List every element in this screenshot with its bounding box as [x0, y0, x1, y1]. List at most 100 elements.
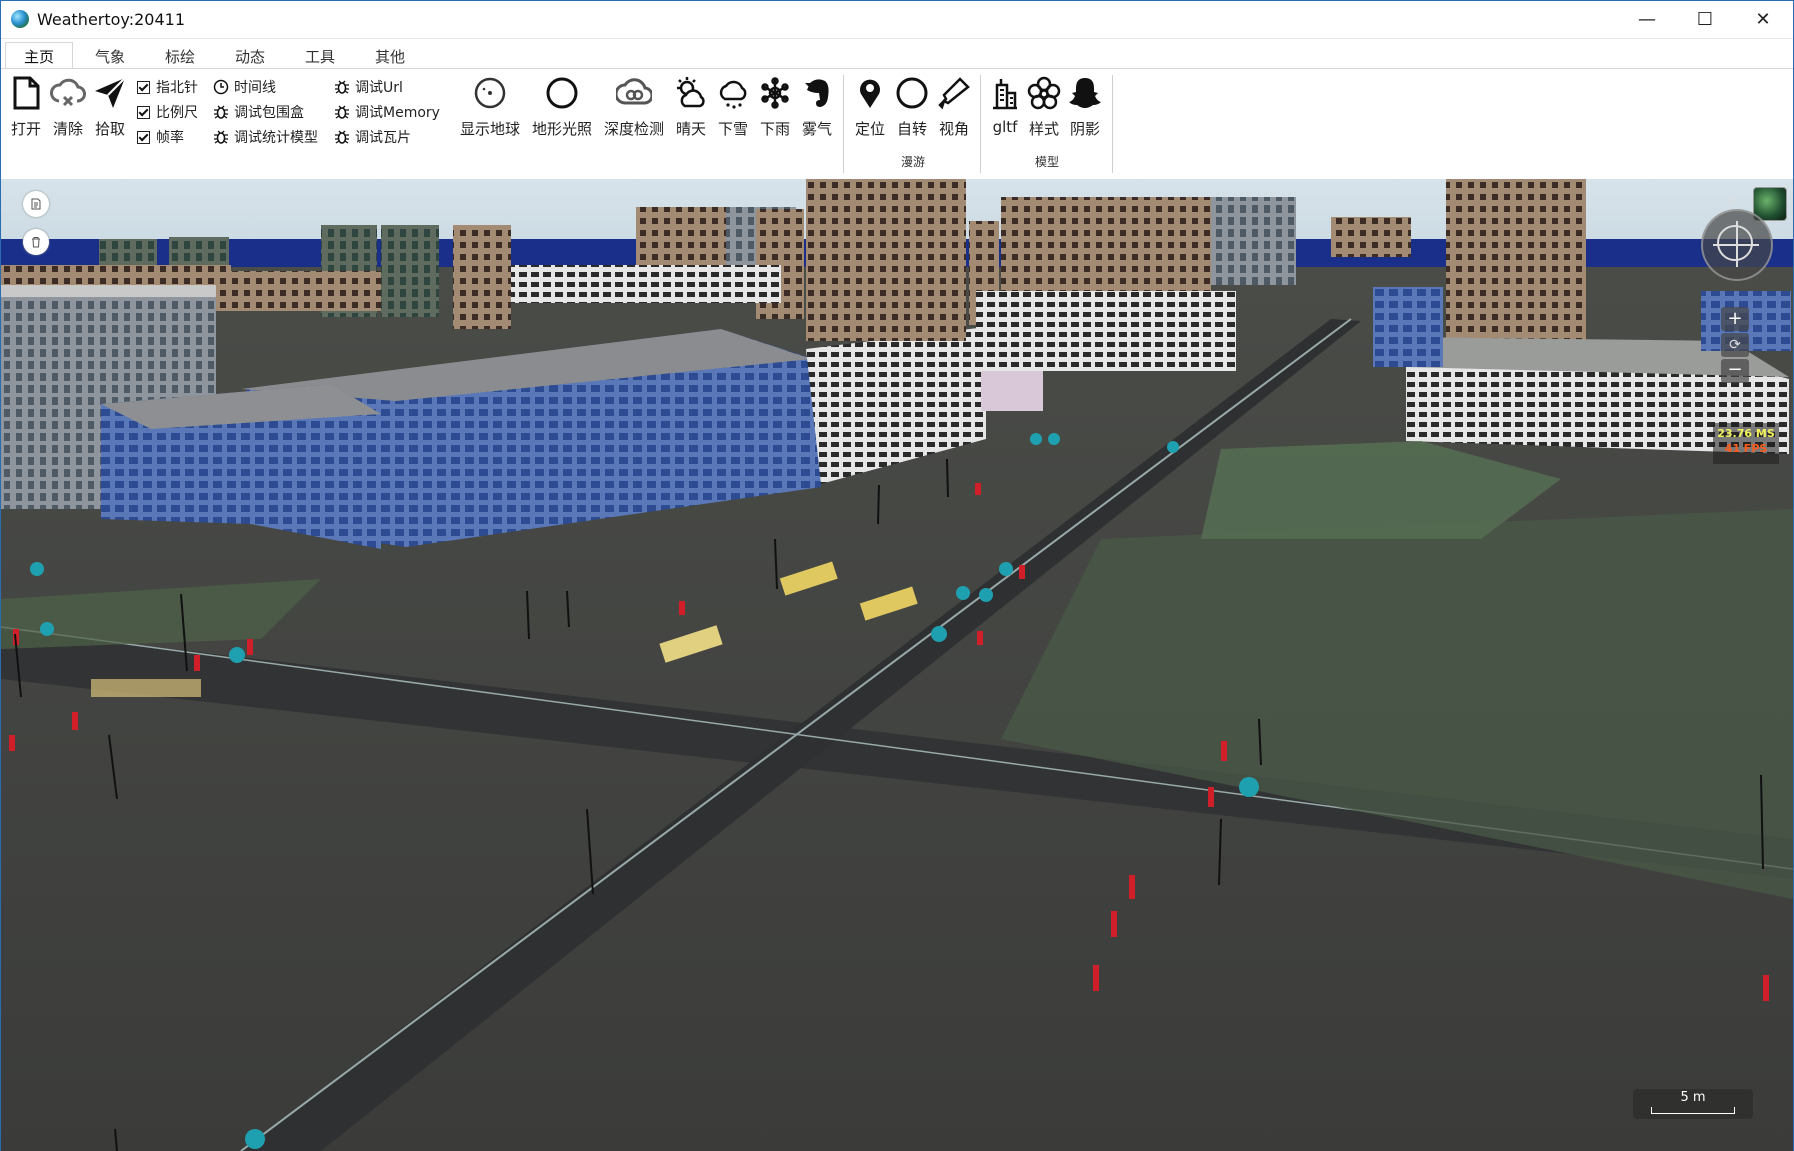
show-globe-button[interactable]: 显示地球: [456, 75, 524, 145]
compass-label: 指北针: [156, 80, 198, 96]
compass-checkbox[interactable]: 指北针: [137, 76, 198, 98]
spin-button[interactable]: 自转: [891, 75, 933, 145]
bug-icon: [214, 130, 228, 144]
minimize-icon: —: [1638, 9, 1656, 30]
compass-ring-icon: [1717, 225, 1753, 261]
ribbon-separator: [980, 75, 981, 173]
viewport-delete-button[interactable]: [23, 229, 49, 255]
view-angle-label: 视角: [938, 120, 969, 138]
view-angle-button[interactable]: 视角: [933, 75, 975, 145]
clear-button[interactable]: 清除: [47, 75, 89, 145]
close-button[interactable]: ✕: [1734, 1, 1792, 38]
checkbox-checked-icon: [137, 80, 150, 94]
timeline-label: 时间线: [234, 80, 276, 96]
snow-label: 下雪: [717, 120, 748, 138]
gltf-label: gltf: [992, 118, 1018, 136]
debug-stat-model-toggle[interactable]: 调试统计模型: [213, 126, 318, 148]
debug-memory-toggle[interactable]: 调试Memory: [334, 101, 440, 123]
clock-icon: [213, 79, 229, 95]
map-pin-icon: [860, 79, 880, 108]
pick-label: 拾取: [94, 120, 125, 138]
terrain-light-button[interactable]: 地形光照: [528, 75, 596, 145]
paper-plane-icon: [95, 77, 126, 108]
open-button[interactable]: 打开: [5, 75, 47, 145]
performance-stats: 23.76 MS 41 FPS: [1713, 423, 1779, 464]
debug-tile-toggle[interactable]: 调试瓦片: [334, 126, 411, 148]
timeline-toggle[interactable]: 时间线: [213, 76, 276, 98]
zoom-reset-button[interactable]: ⟳: [1721, 333, 1749, 357]
map-3d-viewport[interactable]: N + ⟳ − 23.76 MS 41 FPS 5 m: [1, 179, 1793, 1151]
debug-bbox-toggle[interactable]: 调试包围盒: [213, 101, 304, 123]
debug-stat-model-label: 调试统计模型: [234, 130, 318, 146]
scale-bar-ruler: [1651, 1107, 1735, 1114]
navigation-compass[interactable]: [1701, 209, 1773, 281]
building-icon: [993, 79, 1017, 110]
snowflake-icon: [761, 77, 789, 109]
spin-label: 自转: [896, 120, 927, 138]
maximize-icon: ☐: [1696, 9, 1714, 30]
window-title: Weathertoy:20411: [37, 10, 186, 29]
compass-north-label: N: [1727, 197, 1735, 208]
frame-time-readout: 23.76 MS: [1717, 427, 1775, 440]
style-button[interactable]: 样式: [1023, 75, 1065, 145]
bug-icon: [335, 80, 349, 94]
debug-tile-label: 调试瓦片: [355, 130, 411, 146]
tab-other[interactable]: 其他: [357, 43, 423, 69]
shadow-button[interactable]: 阴影: [1064, 75, 1106, 145]
model-group-label: 模型: [1035, 155, 1060, 169]
evernote-icon: [805, 79, 829, 107]
ribbon-tabs: 主页 气象 标绘 动态 工具 其他: [1, 38, 1793, 70]
fog-label: 雾气: [801, 120, 832, 138]
tab-plot[interactable]: 标绘: [147, 43, 213, 69]
ribbon-separator: [1112, 75, 1113, 173]
city-scene-render: [1, 179, 1793, 1151]
snow-cloud-icon: [719, 80, 747, 109]
pick-button[interactable]: 拾取: [89, 75, 131, 145]
tab-weather[interactable]: 气象: [77, 43, 143, 69]
document-icon: [31, 198, 41, 210]
scale-label: 5 m: [1680, 1090, 1706, 1105]
scale-checkbox[interactable]: 比例尺: [137, 101, 198, 123]
gltf-button[interactable]: gltf: [984, 75, 1026, 145]
scale-label: 比例尺: [156, 105, 198, 121]
depth-test-label: 深度检测: [603, 120, 664, 138]
zoom-out-button[interactable]: −: [1721, 359, 1749, 383]
roam-group-label: 漫游: [901, 155, 926, 169]
maximize-button[interactable]: ☐: [1676, 1, 1734, 38]
snow-button[interactable]: 下雪: [712, 75, 754, 145]
snapchat-ghost-icon: [1069, 78, 1101, 108]
debug-url-toggle[interactable]: 调试Url: [334, 76, 403, 98]
minimize-button[interactable]: —: [1618, 1, 1676, 38]
tab-tools[interactable]: 工具: [287, 43, 353, 69]
globe-icon: [474, 77, 506, 109]
new-file-icon: [13, 76, 40, 110]
moon-icon: [546, 77, 578, 109]
moon-icon: [896, 77, 928, 109]
flower-icon: [1027, 76, 1061, 110]
tab-home[interactable]: 主页: [5, 42, 73, 70]
checkbox-checked-icon: [137, 130, 150, 144]
debug-bbox-label: 调试包围盒: [234, 105, 304, 121]
debug-memory-label: 调试Memory: [355, 105, 440, 121]
viewport-doc-button[interactable]: [23, 191, 49, 217]
bug-icon: [214, 105, 228, 119]
rain-label: 下雨: [759, 120, 790, 138]
close-icon: ✕: [1755, 9, 1771, 30]
ribbon-separator: [843, 75, 844, 173]
fps-checkbox[interactable]: 帧率: [137, 126, 184, 148]
checkbox-checked-icon: [137, 105, 150, 119]
sun-cloud-icon: [677, 77, 705, 108]
sunny-button[interactable]: 晴天: [670, 75, 712, 145]
locate-label: 定位: [854, 120, 885, 138]
clear-label: 清除: [52, 120, 83, 138]
bug-icon: [335, 105, 349, 119]
zoom-in-button[interactable]: +: [1721, 307, 1749, 331]
locate-button[interactable]: 定位: [849, 75, 891, 145]
tab-dynamic[interactable]: 动态: [217, 43, 283, 69]
title-bar: Weathertoy:20411 — ☐ ✕: [1, 1, 1793, 38]
shadow-label: 阴影: [1069, 120, 1100, 138]
depth-test-button[interactable]: 深度检测: [600, 75, 668, 145]
rain-button[interactable]: 下雨: [754, 75, 796, 145]
fog-button[interactable]: 雾气: [796, 75, 838, 145]
crosshair-icon: [1736, 221, 1738, 267]
